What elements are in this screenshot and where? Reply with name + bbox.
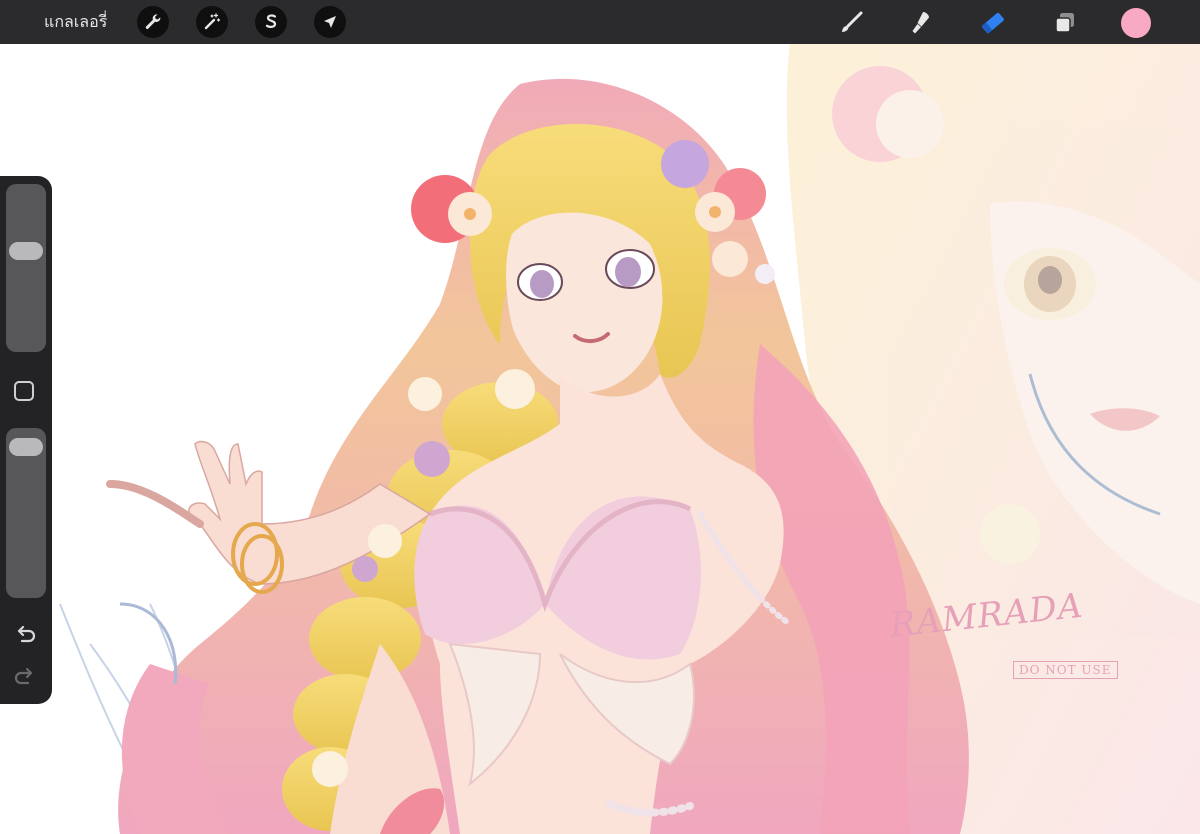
adjustments-button[interactable] — [196, 6, 228, 38]
modify-button[interactable] — [14, 381, 34, 401]
top-toolbar: แกลเลอรี่ — [0, 0, 1200, 44]
brush-opacity-slider-thumb[interactable] — [9, 438, 43, 457]
watermark-subtext: DO NOT USE — [1013, 661, 1118, 679]
left-sidebar — [0, 176, 52, 704]
smudge-tool-button[interactable] — [905, 6, 939, 40]
brush-size-slider[interactable] — [6, 184, 46, 352]
selection-button[interactable] — [255, 6, 287, 38]
transform-button[interactable] — [314, 6, 346, 38]
redo-button[interactable] — [12, 664, 38, 690]
smudge-icon — [912, 12, 929, 34]
magic-wand-icon — [204, 13, 221, 30]
color-picker-button[interactable] — [1121, 8, 1151, 38]
brush-opacity-slider[interactable] — [6, 428, 46, 598]
artwork-illustration — [59, 44, 1200, 834]
brush-tool-button[interactable] — [834, 6, 868, 40]
gallery-button[interactable]: แกลเลอรี่ — [44, 11, 107, 33]
eraser-icon — [981, 12, 1004, 34]
wrench-icon — [145, 14, 161, 30]
undo-button[interactable] — [12, 622, 38, 648]
brush-size-slider-thumb[interactable] — [9, 241, 43, 260]
brush-icon — [842, 11, 863, 32]
selection-s-icon — [265, 14, 277, 28]
redo-icon — [14, 667, 33, 685]
drawing-canvas[interactable]: RAMRADA DO NOT USE — [0, 44, 1200, 834]
layers-button[interactable] — [1048, 6, 1082, 40]
actions-button[interactable] — [137, 6, 169, 38]
arrow-cursor-icon — [324, 16, 336, 28]
eraser-tool-button[interactable] — [976, 6, 1010, 40]
layers-icon — [1055, 13, 1074, 33]
undo-icon — [17, 625, 36, 643]
